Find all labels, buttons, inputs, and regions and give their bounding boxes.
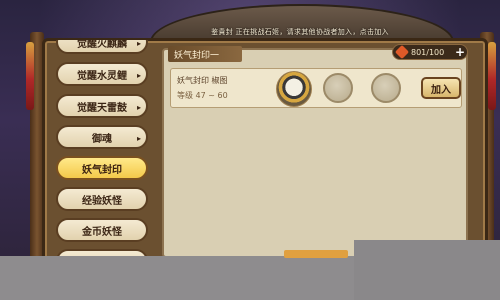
sidebar-item-label: 经验妖怪 (82, 195, 122, 207)
currency-counter: 801/100 + (392, 44, 468, 60)
sidebar-item-awakened-fire-qilin[interactable]: 觉醒火麒麟 ▸ (56, 40, 148, 54)
sidebar-item-label: 觉醒水灵鲤 (77, 70, 127, 82)
bottom-right-overlay (354, 240, 500, 300)
add-currency-button[interactable]: + (455, 45, 465, 59)
sidebar-item-gold-monster[interactable]: 金币妖怪 (56, 218, 148, 242)
right-tassel-icon (488, 42, 496, 110)
bottom-highlight (284, 250, 348, 258)
sidebar-item-soul[interactable]: 御魂 ▸ (56, 125, 148, 149)
empty-slot (371, 73, 401, 103)
gem-icon (394, 44, 410, 60)
sidebar-item-exp-monster[interactable]: 经验妖怪 (56, 187, 148, 211)
sidebar-item-label: 觉醒天雷鼓 (77, 102, 127, 114)
sidebar-item-awakened-water-carp[interactable]: 觉醒水灵鲤 ▸ (56, 62, 148, 86)
request-name: 妖气封印 椒图 (177, 76, 228, 85)
sidebar-item-demon-seal[interactable]: 妖气封印 (56, 156, 148, 180)
sidebar: 觉醒火麒麟 ▸ 觉醒水灵鲤 ▸ 觉醒天雷鼓 ▸ 御魂 ▸ 妖气封印 经验妖怪 金… (50, 40, 154, 262)
join-button[interactable]: 加入 (421, 77, 461, 99)
sidebar-item-label: 金币妖怪 (82, 226, 122, 238)
sidebar-item-awakened-thunder-drum[interactable]: 觉醒天雷鼓 ▸ (56, 94, 148, 118)
sidebar-item-label: 觉醒火麒麟 (77, 40, 127, 50)
panel-title: 妖气封印一 (168, 46, 242, 62)
shikigami-avatar (276, 71, 312, 107)
left-tassel-icon (26, 42, 34, 110)
empty-slot (323, 73, 353, 103)
sidebar-item-label: 御魂 (92, 133, 112, 145)
arrow-right-icon: ▸ (136, 40, 141, 48)
request-row: 妖气封印 椒图 等级 47 ~ 60 加入 (170, 68, 462, 108)
top-hint-text: 鉴貴封 正在挑战石姬，请求其他协战者加入，点击加入 (211, 28, 389, 36)
sidebar-item-label: 妖气封印 (82, 164, 122, 176)
currency-value: 801/100 (411, 47, 445, 57)
arrow-right-icon: ▸ (136, 102, 141, 112)
request-level: 等级 47 ~ 60 (177, 91, 228, 100)
arrow-right-icon: ▸ (136, 133, 141, 143)
arrow-right-icon: ▸ (136, 70, 141, 80)
